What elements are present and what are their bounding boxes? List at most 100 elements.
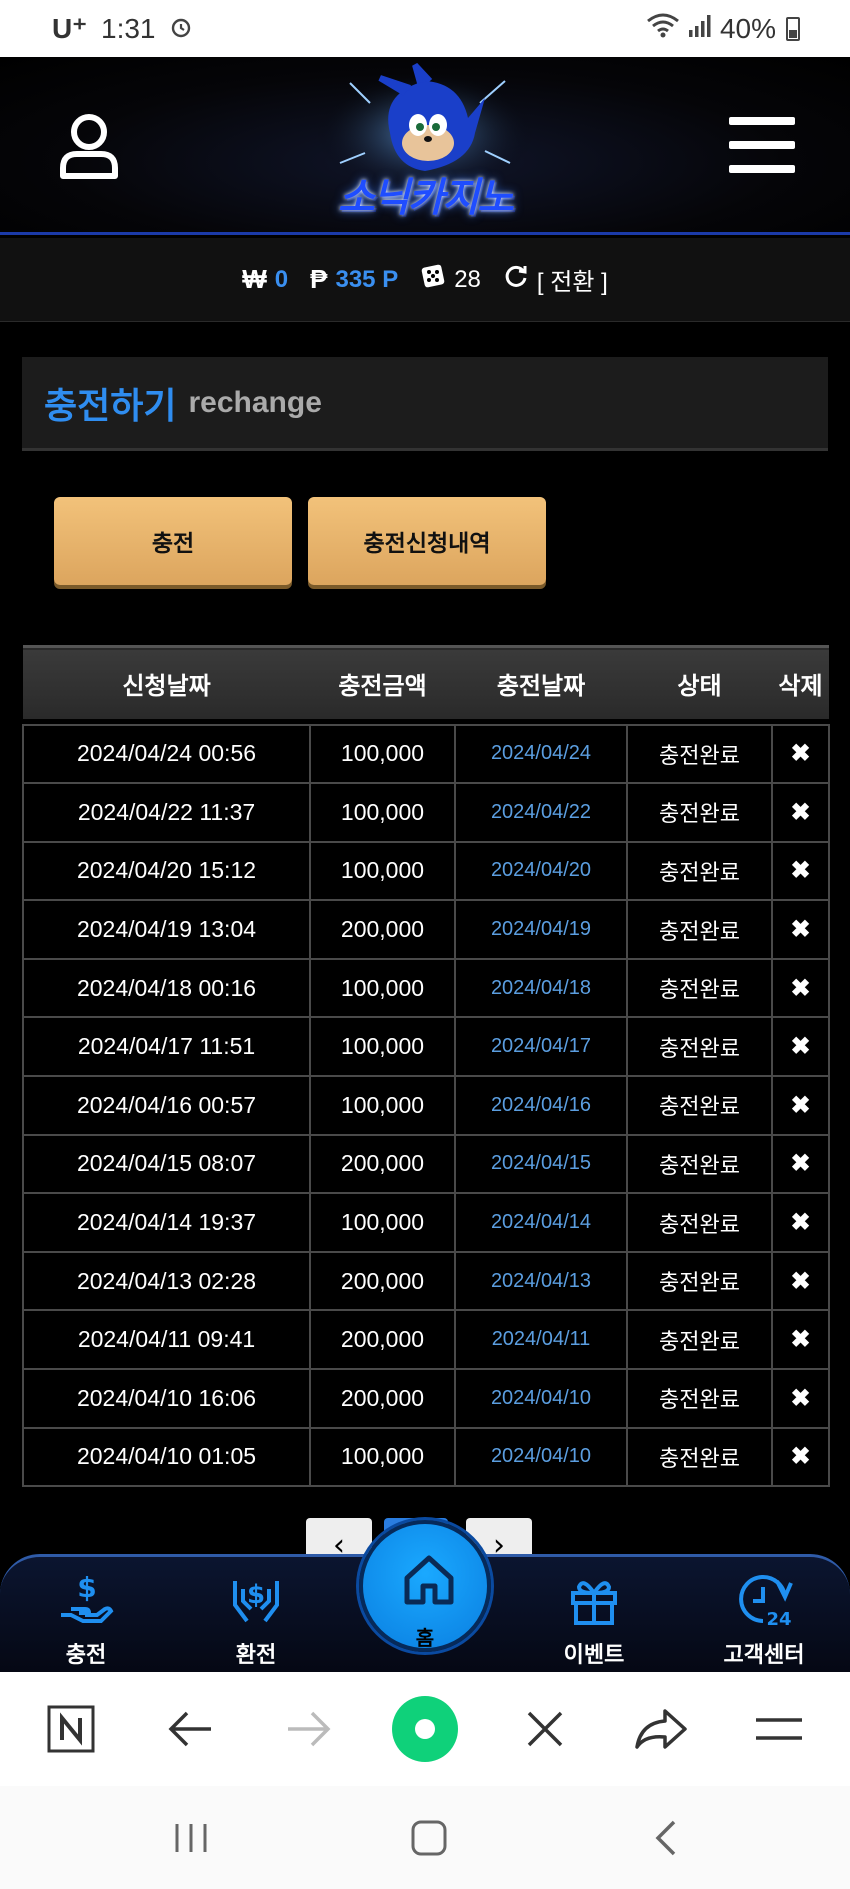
recents-icon[interactable]: [166, 1816, 216, 1860]
delete-icon[interactable]: ✖: [771, 899, 830, 960]
table-row: 2024/04/17 11:51 100,000 2024/04/17 충전완료 ✖: [22, 1016, 830, 1078]
chip-balance: 28: [420, 263, 481, 296]
system-nav: [0, 1786, 850, 1889]
delete-icon[interactable]: ✖: [771, 1016, 830, 1078]
cell-request-date: 2024/04/22 11:37: [22, 782, 311, 843]
cell-request-date: 2024/04/10 01:05: [22, 1426, 311, 1488]
section-title: 충전하기 rechange: [22, 357, 828, 451]
cell-amount: 100,000: [309, 1426, 456, 1488]
table-body: 2024/04/24 00:56 100,000 2024/04/24 충전완료 ✖ 20…: [22, 718, 830, 1488]
cell-charge-date: 2024/04/14: [454, 1192, 628, 1253]
cell-request-date: 2024/04/15 08:07: [22, 1133, 311, 1195]
support-24h-icon: 24: [739, 1575, 793, 1629]
convert-control[interactable]: [ 전환 ]: [503, 262, 608, 297]
delete-icon[interactable]: ✖: [771, 1192, 830, 1253]
charge-button[interactable]: 충전: [54, 497, 292, 585]
svg-text:$: $: [77, 1571, 96, 1604]
cell-charge-date: 2024/04/17: [454, 1016, 628, 1078]
system-home-icon[interactable]: [404, 1816, 454, 1860]
chip-value: 28: [454, 265, 481, 293]
cell-amount: 100,000: [309, 1016, 456, 1078]
delete-icon[interactable]: ✖: [771, 782, 830, 843]
cell-request-date: 2024/04/18 00:16: [22, 957, 311, 1019]
balance-bar: ₩ 0 ₱ 335 P 28 [ 전환 ]: [0, 238, 850, 322]
site-header: 소닉카지노: [0, 57, 850, 235]
menu-bar: [729, 141, 795, 149]
nav-item-support[interactable]: 24 고객센터: [704, 1571, 824, 1669]
alarm-icon: [170, 13, 192, 45]
page: U⁺ 1:31 40% 소닉카지노 ₩ 0 ₱ 335 P 28 [전환] …: [0, 0, 850, 1889]
charge-history-table: 신청날짜 충전금액 충전날짜 상태 삭제 2024/04/24 00:56 100…: [22, 645, 830, 1488]
cell-request-date: 2024/04/17 11:51: [22, 1016, 311, 1078]
user-icon[interactable]: [58, 112, 120, 180]
menu-bar: [729, 117, 795, 125]
cell-status: 충전완료: [626, 840, 773, 902]
delete-icon[interactable]: ✖: [771, 1250, 830, 1312]
exchange-icon: $: [233, 1580, 279, 1623]
delete-icon[interactable]: ✖: [771, 723, 830, 785]
forward-icon[interactable]: [282, 1702, 336, 1756]
back-icon[interactable]: [163, 1702, 217, 1756]
charge-history-button[interactable]: 충전신청내역: [308, 497, 546, 585]
menu-icon[interactable]: [729, 117, 795, 173]
delete-icon[interactable]: ✖: [771, 1426, 830, 1488]
menu-bar: [729, 165, 795, 173]
svg-text:24: 24: [766, 1609, 791, 1629]
cell-amount: 100,000: [309, 957, 456, 1019]
delete-icon[interactable]: ✖: [771, 1309, 830, 1371]
home-green-icon[interactable]: [392, 1696, 458, 1762]
cell-amount: 100,000: [309, 1192, 456, 1253]
cell-amount: 200,000: [309, 1133, 456, 1195]
cell-request-date: 2024/04/10 16:06: [22, 1368, 311, 1429]
cell-charge-date: 2024/04/11: [454, 1309, 628, 1371]
table-header-row: 신청날짜 충전금액 충전날짜 상태 삭제: [23, 646, 829, 719]
delete-icon[interactable]: ✖: [771, 1075, 830, 1136]
header-delete: 삭제: [778, 671, 823, 700]
point-value: 335 P: [335, 265, 399, 293]
svg-text:$: $: [247, 1580, 265, 1610]
table-row: 2024/04/19 13:04 200,000 2024/04/19 충전완료 ✖: [22, 899, 830, 960]
cell-charge-date: 2024/04/24: [454, 723, 628, 785]
browser-toolbar: [0, 1672, 850, 1786]
close-icon[interactable]: [518, 1702, 572, 1756]
cell-charge-date: 2024/04/20: [454, 840, 628, 902]
cell-charge-date: 2024/04/13: [454, 1250, 628, 1312]
point-balance: ₱ 335 P: [310, 264, 398, 295]
cell-status: 충전완료: [626, 1133, 773, 1195]
nav-item-event[interactable]: 이벤트: [534, 1571, 654, 1669]
logo-text: 소닉카지노: [338, 175, 514, 221]
table-row: 2024/04/18 00:16 100,000 2024/04/18 충전완료 ✖: [22, 957, 830, 1019]
share-icon[interactable]: [634, 1702, 688, 1756]
table-row: 2024/04/10 16:06 200,000 2024/04/10 충전완료 ✖: [22, 1368, 830, 1429]
cell-request-date: 2024/04/19 13:04: [22, 899, 311, 960]
delete-icon[interactable]: ✖: [771, 1133, 830, 1195]
site-logo[interactable]: 소닉카지노: [310, 62, 540, 231]
nav-label-support: 고객센터: [723, 1643, 805, 1668]
pagination-prev[interactable]: ‹: [306, 1518, 372, 1558]
dice-icon: [420, 263, 446, 296]
nav-label-home: 홈: [415, 1626, 435, 1650]
refresh-icon[interactable]: [503, 263, 529, 296]
delete-icon[interactable]: ✖: [771, 957, 830, 1019]
cell-status: 충전완료: [626, 1426, 773, 1488]
cell-amount: 100,000: [309, 782, 456, 843]
cell-status: 충전완료: [626, 1250, 773, 1312]
header-status: 상태: [677, 671, 722, 700]
system-back-icon[interactable]: [642, 1816, 692, 1860]
delete-icon[interactable]: ✖: [771, 840, 830, 902]
status-right: 40%: [646, 12, 800, 45]
cell-status: 충전완료: [626, 1309, 773, 1371]
browser-menu-icon[interactable]: [752, 1702, 806, 1756]
header-amount: 충전금액: [338, 671, 427, 700]
convert-button[interactable]: [ 전환 ]: [537, 262, 608, 297]
signal-icon: [688, 13, 712, 45]
cell-amount: 200,000: [309, 1250, 456, 1312]
nav-item-home[interactable]: 홈: [359, 1520, 491, 1652]
gift-icon: [571, 1581, 617, 1625]
page-title: 충전하기: [44, 384, 177, 426]
nav-item-deposit[interactable]: $ 충전: [26, 1571, 146, 1669]
delete-icon[interactable]: ✖: [771, 1368, 830, 1429]
cell-charge-date: 2024/04/15: [454, 1133, 628, 1195]
nav-item-exchange[interactable]: $ 환전: [196, 1571, 316, 1669]
naver-icon[interactable]: [44, 1702, 98, 1756]
